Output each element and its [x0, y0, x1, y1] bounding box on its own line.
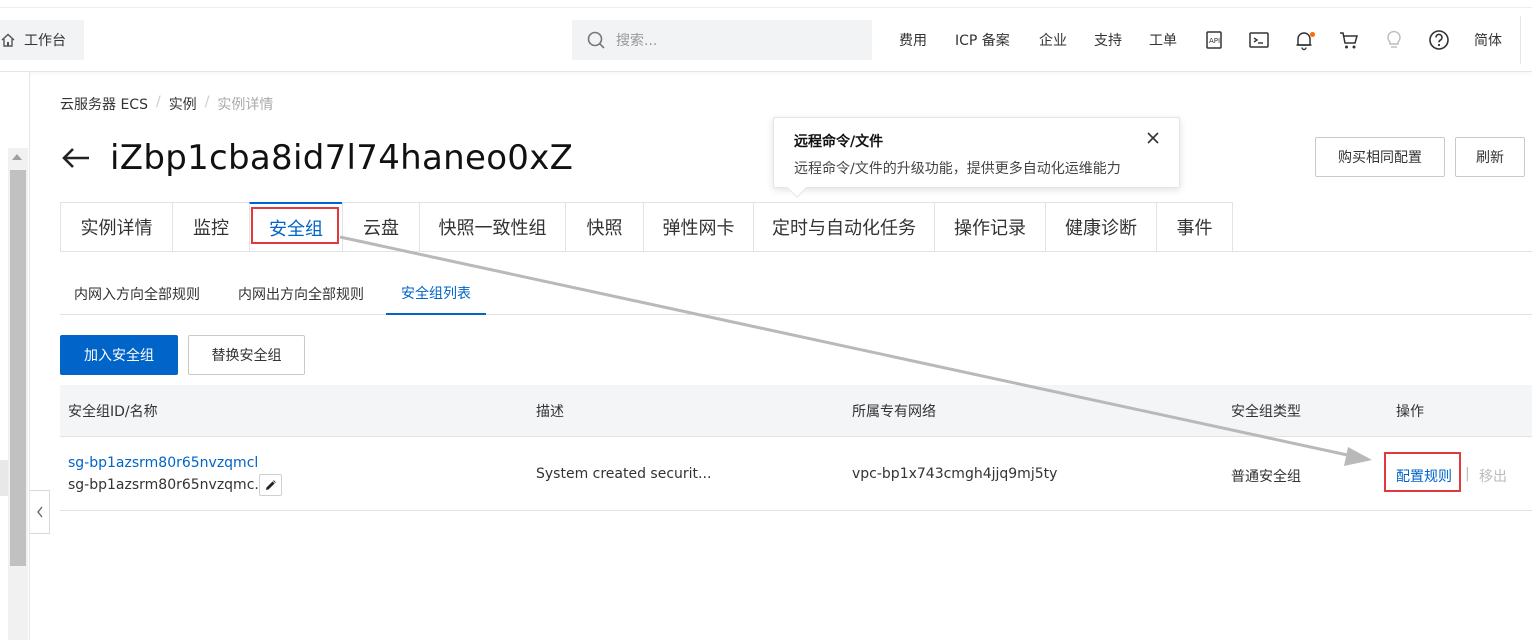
nav-link-icp-label: ICP 备案 — [955, 33, 1010, 49]
replace-security-group-button[interactable]: 替换安全组 — [188, 335, 305, 375]
column-header-id-name: 安全组ID/名称 — [68, 404, 158, 420]
highlight-box-security-group-tab — [251, 207, 339, 244]
nav-link-ticket-label: 工单 — [1149, 33, 1177, 49]
nav-link-support-label: 支持 — [1094, 33, 1122, 49]
tab-snapshots[interactable]: 快照 — [565, 202, 643, 252]
terminal-icon[interactable] — [1248, 29, 1270, 51]
nav-link-enterprise-label: 企业 — [1039, 33, 1067, 49]
lightbulb-icon[interactable] — [1383, 29, 1405, 51]
notification-dot — [1310, 32, 1315, 37]
nav-link-ticket[interactable]: 工单 — [1149, 8, 1177, 72]
breadcrumb-separator: / — [155, 94, 161, 110]
cart-icon[interactable] — [1338, 29, 1360, 51]
ecs-console-page: 工作台 搜索... 费用 ICP 备案 企业 支持 工单 API 简体 云服务器… — [0, 0, 1532, 640]
security-group-id-link[interactable]: sg-bp1azsrm80r65nvzqmcl — [68, 455, 258, 471]
subtab-outbound-rules[interactable]: 内网出方向全部规则 — [238, 272, 364, 315]
breadcrumb-separator: / — [204, 94, 210, 110]
search-placeholder: 搜索... — [616, 33, 658, 49]
subtab-inbound-rules[interactable]: 内网入方向全部规则 — [74, 272, 200, 315]
vpc-id: vpc-bp1x743cmgh4jjq9mj5ty — [852, 466, 1058, 482]
breadcrumb: 云服务器 ECS / 实例 / 实例详情 — [60, 94, 273, 114]
table-row: sg-bp1azsrm80r65nvzqmcl sg-bp1azsrm80r65… — [60, 437, 1532, 511]
security-group-description: System created securit... — [536, 466, 712, 482]
column-header-vpc: 所属专有网络 — [852, 404, 936, 420]
tab-health-diagnosis[interactable]: 健康诊断 — [1045, 202, 1156, 252]
buy-same-config-button[interactable]: 购买相同配置 — [1315, 137, 1445, 177]
home-icon — [0, 32, 16, 48]
subtab-security-group-list[interactable]: 安全组列表 — [386, 272, 486, 315]
security-group-type: 普通安全组 — [1231, 469, 1301, 485]
remove-link[interactable]: 移出 — [1479, 466, 1507, 486]
popover-description: 远程命令/文件的升级功能，提供更多自动化运维能力 — [794, 161, 1121, 177]
instance-tabs: 实例详情 监控 安全组 云盘 快照一致性组 快照 弹性网卡 定时与自动化任务 操… — [60, 202, 1233, 252]
instance-id-title: iZbp1cba8id7l74haneo0xZ — [110, 138, 574, 178]
workbench-button[interactable]: 工作台 — [0, 20, 84, 60]
breadcrumb-instances[interactable]: 实例 — [169, 94, 197, 114]
sidebar-active-marker — [0, 460, 8, 496]
browser-top-line — [0, 0, 1532, 8]
refresh-button[interactable]: 刷新 — [1455, 137, 1525, 177]
page-title: iZbp1cba8id7l74haneo0xZ — [60, 136, 573, 180]
table-header: 安全组ID/名称 描述 所属专有网络 安全组类型 操作 — [60, 385, 1532, 437]
close-icon[interactable] — [1145, 130, 1161, 146]
tab-scheduled-tasks[interactable]: 定时与自动化任务 — [753, 202, 934, 252]
highlight-box-configure-rules — [1384, 452, 1461, 492]
search-input[interactable]: 搜索... — [572, 20, 872, 60]
add-security-group-button[interactable]: 加入安全组 — [60, 335, 178, 375]
column-header-actions: 操作 — [1396, 404, 1424, 420]
tab-operation-logs[interactable]: 操作记录 — [934, 202, 1045, 252]
top-navbar: 工作台 搜索... 费用 ICP 备案 企业 支持 工单 API 简体 — [0, 8, 1532, 72]
tabs-baseline — [1233, 251, 1532, 252]
help-icon[interactable] — [1428, 29, 1450, 51]
topbar-divider — [1520, 16, 1521, 64]
chevron-left-icon — [36, 506, 43, 518]
workbench-label: 工作台 — [24, 33, 66, 49]
tab-instance-detail[interactable]: 实例详情 — [60, 202, 172, 252]
back-arrow-icon[interactable] — [60, 142, 92, 174]
action-separator: | — [1465, 466, 1470, 482]
tab-monitoring[interactable]: 监控 — [172, 202, 249, 252]
security-subtabs: 内网入方向全部规则 内网出方向全部规则 安全组列表 — [60, 272, 1532, 315]
nav-link-icp[interactable]: ICP 备案 — [955, 8, 1010, 72]
language-switch[interactable]: 简体 — [1474, 8, 1502, 72]
nav-link-billing[interactable]: 费用 — [899, 8, 927, 72]
search-icon — [586, 30, 606, 50]
language-label: 简体 — [1474, 33, 1502, 49]
edit-pencil-icon[interactable] — [259, 474, 282, 496]
column-header-description: 描述 — [536, 404, 564, 420]
column-header-type: 安全组类型 — [1231, 404, 1301, 420]
nav-link-support[interactable]: 支持 — [1094, 8, 1122, 72]
security-group-name: sg-bp1azsrm80r65nvzqmc... — [68, 477, 268, 493]
svg-text:API: API — [1209, 37, 1220, 45]
scrollbar-thumb[interactable] — [10, 170, 26, 566]
sidebar-collapse-button[interactable] — [30, 490, 50, 534]
tab-eni[interactable]: 弹性网卡 — [643, 202, 753, 252]
api-icon[interactable]: API — [1203, 29, 1225, 51]
feature-tip-popover: 远程命令/文件 远程命令/文件的升级功能，提供更多自动化运维能力 — [773, 117, 1180, 198]
nav-link-enterprise[interactable]: 企业 — [1039, 8, 1067, 72]
scroll-up-arrow-icon[interactable] — [12, 154, 22, 160]
breadcrumb-ecs[interactable]: 云服务器 ECS — [60, 94, 148, 114]
breadcrumb-instance-detail: 实例详情 — [217, 97, 274, 113]
tab-snapshot-consistency-group[interactable]: 快照一致性组 — [419, 202, 565, 252]
popover-tail — [787, 178, 807, 198]
tab-events[interactable]: 事件 — [1156, 202, 1233, 252]
tab-disks[interactable]: 云盘 — [342, 202, 419, 252]
popover-title: 远程命令/文件 — [794, 134, 884, 150]
nav-link-billing-label: 费用 — [899, 33, 927, 49]
